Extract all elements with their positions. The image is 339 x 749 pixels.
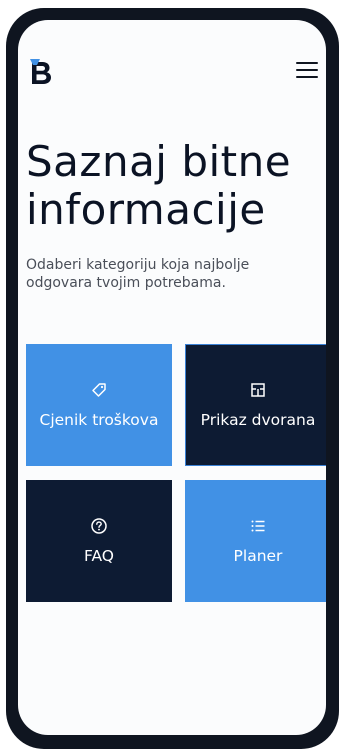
brand-b-logo-icon[interactable]	[26, 56, 58, 88]
page-subtitle: Odaberi kategoriju koja najbolje odgovar…	[26, 257, 250, 291]
tile-label: Cjenik troškova	[39, 411, 159, 429]
tile-label: Prikaz dvorana	[200, 411, 316, 429]
tag-icon	[92, 383, 106, 397]
tile-cjenik-troskova[interactable]: Cjenik troškova	[26, 344, 172, 466]
phone-frame: Saznaj bitne informacije Odaberi kategor…	[6, 8, 339, 749]
tile-faq[interactable]: FAQ	[26, 480, 172, 602]
tile-label: FAQ	[83, 547, 115, 565]
app-screen: Saznaj bitne informacije Odaberi kategor…	[18, 20, 326, 735]
list-icon	[251, 520, 265, 532]
page-title: Saznaj bitne informacije	[26, 137, 292, 234]
tile-prikaz-dvorana[interactable]: Prikaz dvorana	[185, 344, 326, 466]
tile-planer[interactable]: Planer	[185, 480, 326, 602]
hamburger-menu-icon[interactable]	[296, 62, 318, 80]
help-circle-icon	[91, 518, 107, 534]
tile-label: Planer	[233, 547, 283, 565]
floor-plan-icon	[251, 383, 265, 397]
top-bar	[18, 56, 326, 92]
